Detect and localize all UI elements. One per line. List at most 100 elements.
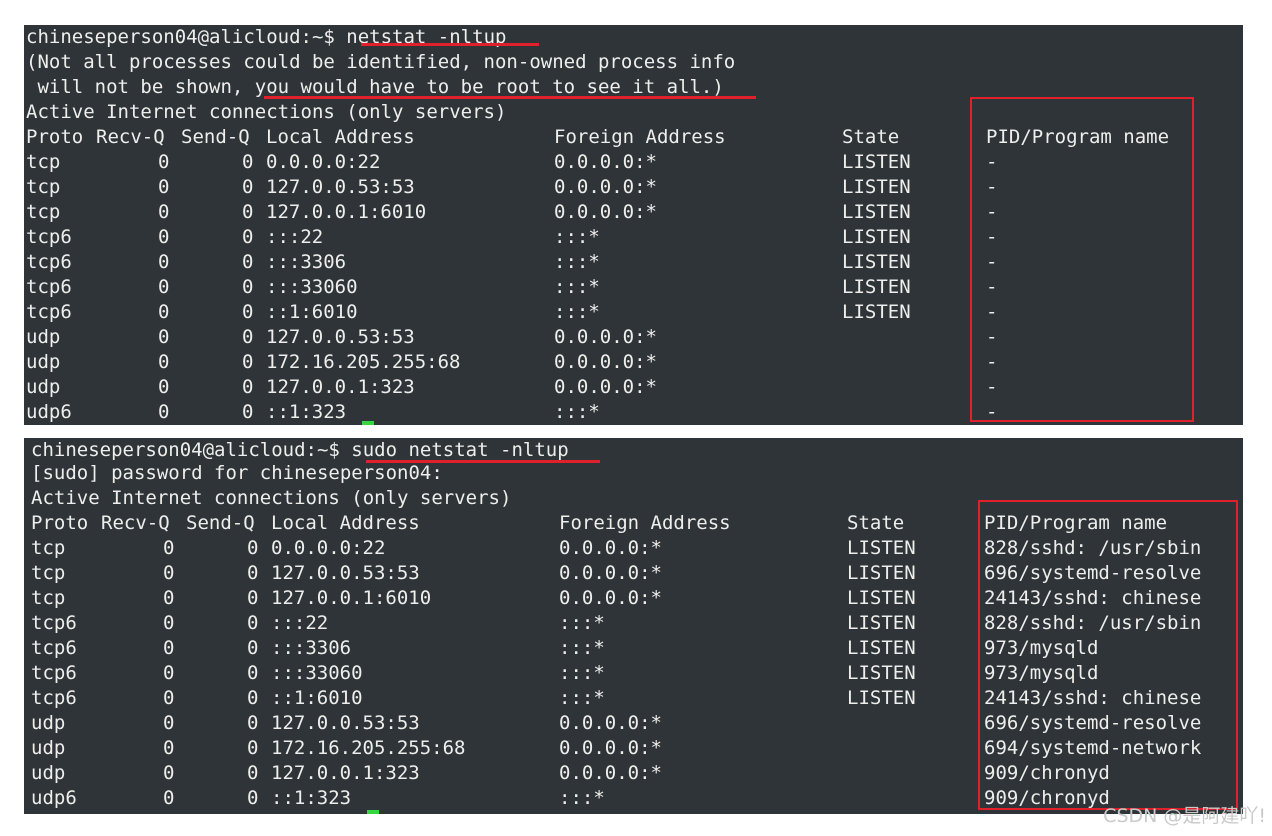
cell-foreign: :::*: [554, 226, 600, 248]
cell-foreign: :::*: [554, 251, 600, 273]
cell-sendq: 0: [247, 687, 259, 709]
cell-state: LISTEN: [842, 301, 911, 323]
cell-recvq: 0: [158, 201, 170, 223]
cell-state: LISTEN: [847, 687, 916, 709]
cell-foreign: :::*: [554, 276, 600, 298]
cell-foreign: 0.0.0.0:*: [554, 351, 657, 373]
cell-local: :::3306: [266, 251, 347, 273]
cell-recvq: 0: [158, 151, 170, 173]
cell-foreign: :::*: [554, 301, 600, 323]
cell-state: LISTEN: [847, 562, 916, 584]
terminal-cursor: [367, 810, 379, 814]
cell-sendq: 0: [242, 376, 254, 398]
cell-local: :::33060: [271, 662, 363, 684]
cell-recvq: 0: [163, 637, 175, 659]
cell-foreign: 0.0.0.0:*: [554, 176, 657, 198]
terminal-netstat[interactable]: chineseperson04@alicloud:~$ netstat -nlt…: [24, 25, 1243, 425]
cell-sendq: 0: [242, 251, 254, 273]
command-text: sudo netstat -nltup: [351, 439, 569, 461]
sudo-password-prompt: [sudo] password for chineseperson04:: [31, 462, 443, 484]
header-proto: Proto: [31, 512, 89, 534]
cell-sendq: 0: [247, 587, 259, 609]
cell-proto: tcp6: [31, 662, 77, 684]
cell-recvq: 0: [158, 376, 170, 398]
connections-title: Active Internet connections (only server…: [31, 487, 512, 509]
cell-state: LISTEN: [847, 587, 916, 609]
cell-foreign: 0.0.0.0:*: [559, 712, 662, 734]
cell-foreign: :::*: [559, 787, 605, 809]
cell-sendq: 0: [247, 537, 259, 559]
cell-foreign: :::*: [559, 687, 605, 709]
cell-sendq: 0: [242, 276, 254, 298]
header-foreign: Foreign Address: [554, 126, 726, 148]
cell-local: 0.0.0.0:22: [266, 151, 381, 173]
cell-local: :::22: [266, 226, 324, 248]
cell-recvq: 0: [158, 326, 170, 348]
cell-sendq: 0: [247, 612, 259, 634]
cell-foreign: :::*: [559, 637, 605, 659]
cell-foreign: 0.0.0.0:*: [559, 562, 662, 584]
cell-state: LISTEN: [847, 612, 916, 634]
cell-proto: tcp: [31, 562, 66, 584]
cell-proto: udp: [31, 762, 66, 784]
cell-local: 127.0.0.53:53: [271, 562, 420, 584]
pid-column-highlight-box: [978, 500, 1238, 810]
header-proto: Proto: [26, 126, 84, 148]
cell-local: 127.0.0.53:53: [271, 712, 420, 734]
cell-recvq: 0: [158, 301, 170, 323]
header-state: State: [842, 126, 900, 148]
cell-recvq: 0: [163, 537, 175, 559]
cell-sendq: 0: [247, 712, 259, 734]
cell-recvq: 0: [163, 687, 175, 709]
command-line: chineseperson04@alicloud:~$ netstat -nlt…: [26, 25, 506, 50]
cell-proto: tcp: [31, 537, 66, 559]
pid-column-highlight-box: [970, 97, 1194, 422]
header-sendq: Send-Q: [181, 126, 250, 148]
cell-recvq: 0: [158, 251, 170, 273]
cell-sendq: 0: [242, 326, 254, 348]
cell-proto: udp: [26, 326, 61, 348]
warning-underline: [264, 96, 756, 99]
command-underline: [366, 460, 600, 463]
cell-foreign: 0.0.0.0:*: [559, 762, 662, 784]
cell-local: 172.16.205.255:68: [266, 351, 461, 373]
cell-state: LISTEN: [847, 537, 916, 559]
header-sendq: Send-Q: [186, 512, 255, 534]
cell-proto: tcp6: [31, 687, 77, 709]
cell-proto: tcp6: [31, 637, 77, 659]
cell-proto: tcp6: [26, 226, 72, 248]
cell-sendq: 0: [242, 176, 254, 198]
cell-proto: tcp6: [26, 301, 72, 323]
cell-recvq: 0: [163, 662, 175, 684]
cell-proto: tcp6: [26, 251, 72, 273]
command-underline: [361, 43, 539, 46]
watermark-text: CSDN @是阿建吖!: [1103, 805, 1266, 827]
cell-recvq: 0: [163, 712, 175, 734]
cell-foreign: 0.0.0.0:*: [559, 737, 662, 759]
cell-recvq: 0: [158, 351, 170, 373]
cell-foreign: 0.0.0.0:*: [554, 201, 657, 223]
cell-recvq: 0: [163, 787, 175, 809]
cell-sendq: 0: [242, 301, 254, 323]
cell-proto: tcp: [31, 587, 66, 609]
cell-sendq: 0: [242, 151, 254, 173]
cell-proto: tcp: [26, 151, 61, 173]
cell-proto: udp6: [26, 401, 72, 423]
cell-local: 127.0.0.53:53: [266, 176, 415, 198]
cell-sendq: 0: [247, 762, 259, 784]
cell-sendq: 0: [247, 637, 259, 659]
cell-recvq: 0: [158, 276, 170, 298]
cell-state: LISTEN: [842, 276, 911, 298]
cell-sendq: 0: [242, 226, 254, 248]
cell-local: 127.0.0.1:323: [266, 376, 415, 398]
cell-state: LISTEN: [842, 251, 911, 273]
cell-recvq: 0: [163, 562, 175, 584]
cell-proto: udp: [26, 376, 61, 398]
cell-recvq: 0: [158, 176, 170, 198]
header-local: Local Address: [271, 512, 420, 534]
cell-local: ::1:6010: [271, 687, 363, 709]
header-state: State: [847, 512, 905, 534]
terminal-sudo-netstat[interactable]: chineseperson04@alicloud:~$ sudo netstat…: [24, 438, 1243, 814]
cell-recvq: 0: [163, 762, 175, 784]
cell-sendq: 0: [242, 401, 254, 423]
